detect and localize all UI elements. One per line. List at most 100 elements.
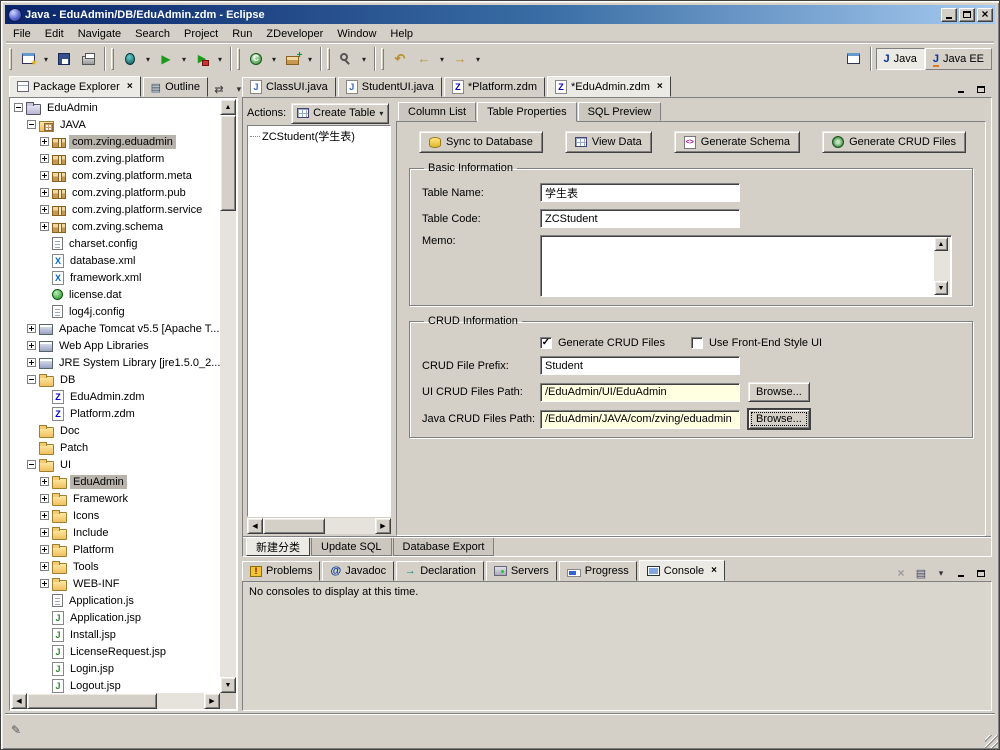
tree-item[interactable]: license.dat: [12, 286, 220, 303]
tree-item[interactable]: Framework: [12, 490, 220, 507]
tree-item[interactable]: Application.js: [12, 592, 220, 609]
menu-project[interactable]: Project: [177, 26, 225, 42]
tree-item[interactable]: com.zving.eduadmin: [12, 133, 220, 150]
menu-search[interactable]: Search: [128, 26, 177, 42]
scroll-left-icon[interactable]: [11, 693, 27, 709]
table-code-input[interactable]: [540, 209, 740, 228]
collapse-toggle-icon[interactable]: [27, 375, 36, 384]
expand-toggle-icon[interactable]: [40, 222, 49, 231]
expand-toggle-icon[interactable]: [40, 579, 49, 588]
tree-item[interactable]: log4j.config: [12, 303, 220, 320]
search-button[interactable]: [334, 47, 358, 71]
tab-sql-preview[interactable]: SQL Preview: [578, 102, 662, 121]
new-wizard-button[interactable]: [16, 47, 40, 71]
expand-toggle-icon[interactable]: [27, 324, 36, 333]
tree-item[interactable]: Icons: [12, 507, 220, 524]
new-java-class-button[interactable]: [244, 47, 268, 71]
new-package-dropdown[interactable]: [304, 47, 316, 71]
browse-ui-path-button[interactable]: Browse...: [748, 382, 810, 402]
maximize-button[interactable]: [959, 8, 975, 22]
tree-item[interactable]: Include: [12, 524, 220, 541]
expand-toggle-icon[interactable]: [40, 188, 49, 197]
perspective-java[interactable]: Java: [876, 48, 925, 70]
tree-item[interactable]: Tools: [12, 558, 220, 575]
expand-toggle-icon[interactable]: [40, 154, 49, 163]
back-dropdown[interactable]: [436, 47, 448, 71]
tree-item[interactable]: EduAdmin: [12, 99, 220, 116]
tab-database-export[interactable]: Database Export: [393, 538, 495, 556]
scroll-down-icon[interactable]: [934, 281, 948, 295]
tree-item[interactable]: framework.xml: [12, 269, 220, 286]
scroll-down-icon[interactable]: [220, 677, 236, 693]
scroll-right-icon[interactable]: [204, 693, 220, 709]
tree-item[interactable]: com.zving.platform.pub: [12, 184, 220, 201]
collapse-toggle-icon[interactable]: [27, 460, 36, 469]
tab-problems[interactable]: Problems: [242, 561, 320, 581]
maximize-view-button[interactable]: [972, 81, 990, 97]
perspective-java-ee[interactable]: Java EE: [925, 48, 992, 70]
create-table-button[interactable]: Create Table: [291, 103, 389, 124]
toolbar-grip[interactable]: [237, 48, 240, 70]
resize-grip[interactable]: [985, 735, 998, 748]
dropdown-arrow-icon[interactable]: [379, 107, 383, 119]
editor-tab-eduadmin-zdm[interactable]: *EduAdmin.zdm ×: [547, 76, 671, 97]
expand-toggle-icon[interactable]: [40, 205, 49, 214]
editor-tab-platform-zdm[interactable]: *Platform.zdm: [444, 77, 545, 97]
view-data-button[interactable]: View Data: [565, 131, 652, 153]
tree-item[interactable]: Apache Tomcat v5.5 [Apache T...: [12, 320, 220, 337]
table-tree-item[interactable]: ZCStudent(学生表): [249, 128, 389, 144]
run-dropdown[interactable]: [178, 47, 190, 71]
tree-item[interactable]: charset.config: [12, 235, 220, 252]
tree-item[interactable]: com.zving.platform.service: [12, 201, 220, 218]
tab-outline[interactable]: Outline: [143, 77, 208, 97]
scroll-left-icon[interactable]: [247, 518, 263, 534]
scrollbar-thumb[interactable]: [220, 115, 236, 211]
tree-item[interactable]: Login.jsp: [12, 660, 220, 677]
tree-item[interactable]: Platform.zdm: [12, 405, 220, 422]
tree-item[interactable]: Platform: [12, 541, 220, 558]
eclipse-app-icon[interactable]: [8, 8, 22, 22]
new-java-class-dropdown[interactable]: [268, 47, 280, 71]
tab-package-explorer[interactable]: Package Explorer ×: [9, 76, 141, 97]
generate-crud-files-checkbox[interactable]: Generate CRUD Files: [540, 337, 665, 349]
menu-navigate[interactable]: Navigate: [71, 26, 128, 42]
open-console-button[interactable]: [912, 565, 930, 581]
editor-tab-studentui[interactable]: StudentUI.java: [338, 77, 442, 97]
console-menu-button[interactable]: [932, 565, 950, 581]
last-edit-location-button[interactable]: ↶: [388, 47, 412, 71]
browse-java-path-button[interactable]: Browse...: [748, 409, 810, 429]
memo-scrollbar[interactable]: [934, 237, 950, 295]
expand-toggle-icon[interactable]: [40, 171, 49, 180]
debug-dropdown[interactable]: [142, 47, 154, 71]
toolbar-grip[interactable]: [111, 48, 114, 70]
sync-to-database-button[interactable]: Sync to Database: [419, 131, 543, 153]
tree-item[interactable]: Doc: [12, 422, 220, 439]
scroll-up-icon[interactable]: [934, 237, 948, 251]
forward-dropdown[interactable]: [472, 47, 484, 71]
open-perspective-button[interactable]: [842, 47, 866, 71]
generate-crud-files-button[interactable]: Generate CRUD Files: [822, 131, 966, 153]
close-tab-icon[interactable]: ×: [657, 82, 663, 92]
tab-declaration[interactable]: Declaration: [396, 561, 484, 581]
tab-progress[interactable]: Progress: [559, 561, 637, 581]
tree-item[interactable]: com.zving.platform: [12, 150, 220, 167]
table-name-input[interactable]: [540, 183, 740, 202]
toolbar-grip[interactable]: [381, 48, 384, 70]
close-button[interactable]: [977, 8, 993, 22]
tree-item[interactable]: UI: [12, 456, 220, 473]
scroll-right-icon[interactable]: [375, 518, 391, 534]
clear-console-button[interactable]: [892, 565, 910, 581]
toolbar-grip[interactable]: [327, 48, 330, 70]
tab-console[interactable]: Console ×: [639, 560, 725, 581]
tree-item[interactable]: Install.jsp: [12, 626, 220, 643]
tree-item[interactable]: Patch: [12, 439, 220, 456]
ui-crud-files-path-input[interactable]: [540, 383, 740, 402]
memo-input[interactable]: [543, 238, 933, 294]
new-wizard-dropdown[interactable]: [40, 47, 52, 71]
expand-toggle-icon[interactable]: [27, 341, 36, 350]
tree-item[interactable]: LicenseRequest.jsp: [12, 643, 220, 660]
expand-toggle-icon[interactable]: [27, 358, 36, 367]
new-package-button[interactable]: [280, 47, 304, 71]
minimize-view-button[interactable]: [952, 81, 970, 97]
editor-tab-classui[interactable]: ClassUI.java: [242, 77, 336, 97]
